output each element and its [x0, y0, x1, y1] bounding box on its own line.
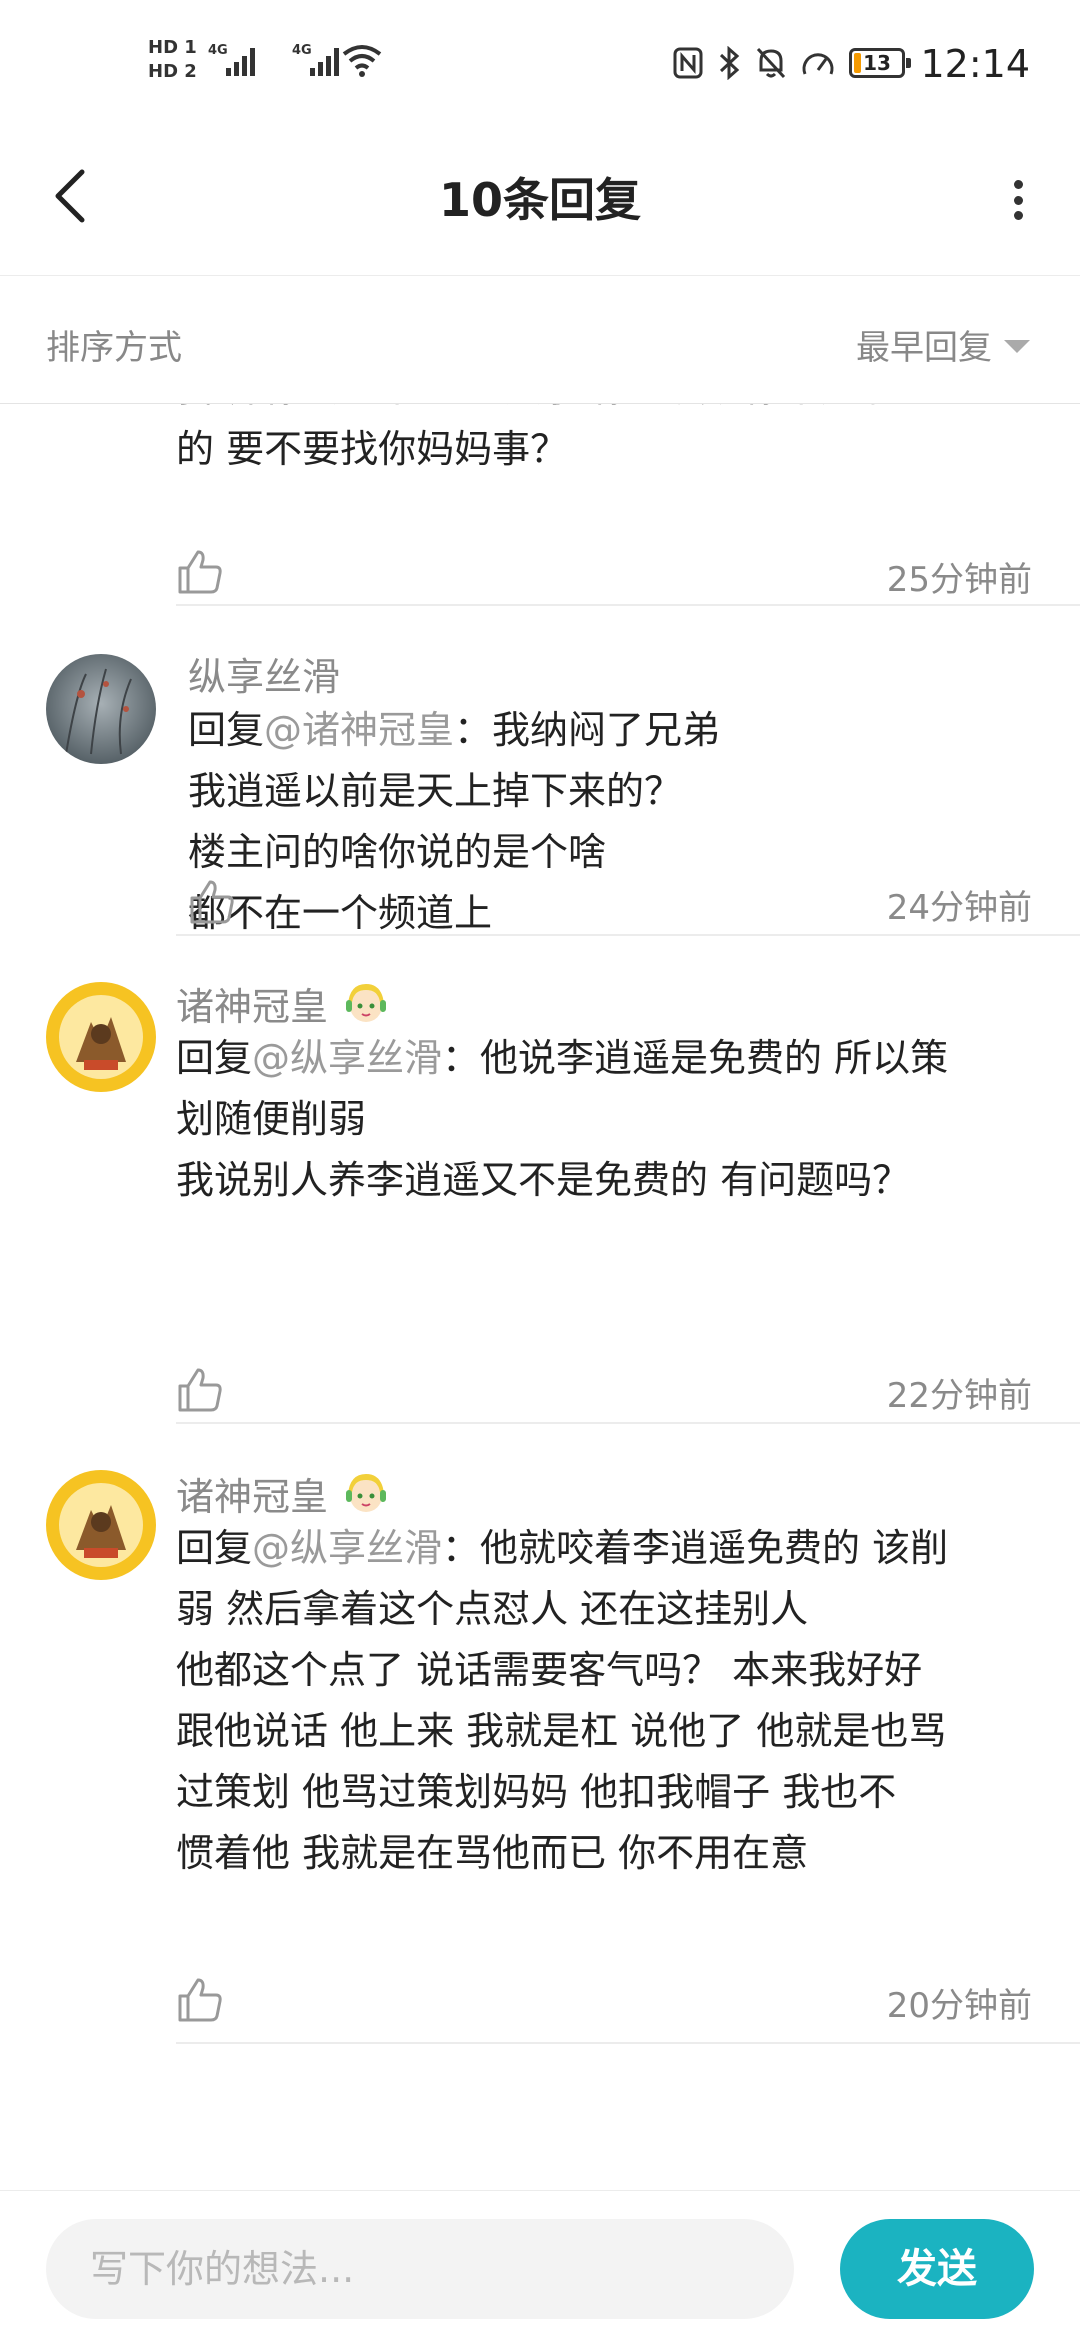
comment-input[interactable]: 写下你的想法...: [46, 2219, 794, 2319]
user-badge-icon: [346, 1473, 387, 1512]
more-button[interactable]: [1006, 170, 1030, 230]
send-button[interactable]: 发送: [840, 2219, 1034, 2319]
comment-text: 回复@纵享丝滑：他说李逍遥是免费的 所以策 划随便削弱 我说别人养李逍遥又不是免…: [176, 1036, 949, 1202]
mention-link[interactable]: @诸神冠皇: [264, 708, 454, 752]
hd-indicator: HD 1 HD 2: [148, 36, 200, 84]
comment-text: 我 养你要钱不？ 长大了 你爸发现你不是亲生 的 要不要找你妈妈事？: [176, 404, 934, 471]
comment-time: 25分钟前: [886, 560, 1032, 600]
comment-time: 24分钟前: [886, 888, 1032, 928]
avatar[interactable]: [46, 982, 156, 1092]
wifi-icon: [342, 45, 382, 77]
comment-text: 回复@纵享丝滑：他就咬着李逍遥免费的 该削 弱 然后拿着这个点怼人 还在这挂别人…: [176, 1526, 949, 1875]
list-item: 诸神冠皇 回复@纵享丝滑：他就咬着李逍遥免费的 该削 弱 然后拿着这个点怼人 还…: [0, 1426, 1080, 2046]
mention-link[interactable]: @纵享丝滑: [252, 1526, 442, 1570]
sort-dropdown[interactable]: 最早回复: [856, 320, 1030, 369]
dropdown-icon: [1004, 340, 1030, 353]
sort-bar: 排序方式 最早回复: [0, 276, 1080, 404]
signal-icon: 4G: [208, 43, 255, 76]
username[interactable]: 诸神冠皇: [176, 976, 390, 1031]
status-right: 13: [673, 46, 911, 80]
status-bar: HD 1 HD 2 4G 4G 13 12:14: [0, 0, 1080, 130]
comment-text: 回复@诸神冠皇：我纳闷了兄弟 我逍遥以前是天上掉下来的？ 楼主问的啥你说的是个啥…: [188, 708, 721, 935]
comment-time: 20分钟前: [886, 1986, 1032, 2026]
sort-label: 排序方式: [46, 328, 182, 368]
header: 10条回复: [0, 130, 1080, 276]
list-item: 诸神冠皇 回复@纵享丝滑：他说李逍遥是免费的 所以策 划随便削弱 我说别人养李逍…: [0, 936, 1080, 1426]
list-item: 我 养你要钱不？ 长大了 你爸发现你不是亲生 的 要不要找你妈妈事？ 25分钟前: [0, 404, 1080, 606]
net2-label: 4G: [292, 43, 312, 58]
like-icon[interactable]: [176, 548, 224, 596]
avatar[interactable]: [46, 1470, 156, 1580]
net1-label: 4G: [208, 43, 228, 58]
more-icon: [1013, 180, 1023, 189]
avatar[interactable]: [46, 654, 156, 764]
username[interactable]: 纵享丝滑: [188, 646, 340, 701]
user-badge-icon: [346, 983, 387, 1022]
username[interactable]: 诸神冠皇: [176, 1466, 390, 1521]
bluetooth-icon: [719, 46, 740, 80]
comment-time: 22分钟前: [886, 1376, 1032, 1416]
hd2-label: HD 2: [148, 61, 197, 82]
page-title: 10条回复: [438, 173, 641, 227]
sort-value: 最早回复: [856, 328, 992, 368]
hd1-label: HD 1: [148, 37, 197, 58]
like-icon[interactable]: [176, 1366, 224, 1414]
bottom-bar: 写下你的想法... 发送: [0, 2190, 1080, 2340]
nfc-icon: [673, 47, 703, 79]
battery-level: 13: [863, 51, 891, 75]
divider: [176, 2042, 1080, 2044]
reply-list[interactable]: 我 养你要钱不？ 长大了 你爸发现你不是亲生 的 要不要找你妈妈事？ 25分钟前…: [0, 404, 1080, 2190]
divider: [176, 1422, 1080, 1424]
clock: 12:14: [920, 42, 1030, 86]
mute-icon: [756, 47, 786, 79]
like-icon[interactable]: [188, 878, 236, 926]
like-icon[interactable]: [176, 1976, 224, 2024]
battery-icon: 13: [849, 48, 911, 78]
mention-link[interactable]: @纵享丝滑: [252, 1036, 442, 1080]
list-item: 纵享丝滑 回复@诸神冠皇：我纳闷了兄弟 我逍遥以前是天上掉下来的？ 楼主问的啥你…: [0, 606, 1080, 936]
speed-icon: [802, 53, 834, 75]
